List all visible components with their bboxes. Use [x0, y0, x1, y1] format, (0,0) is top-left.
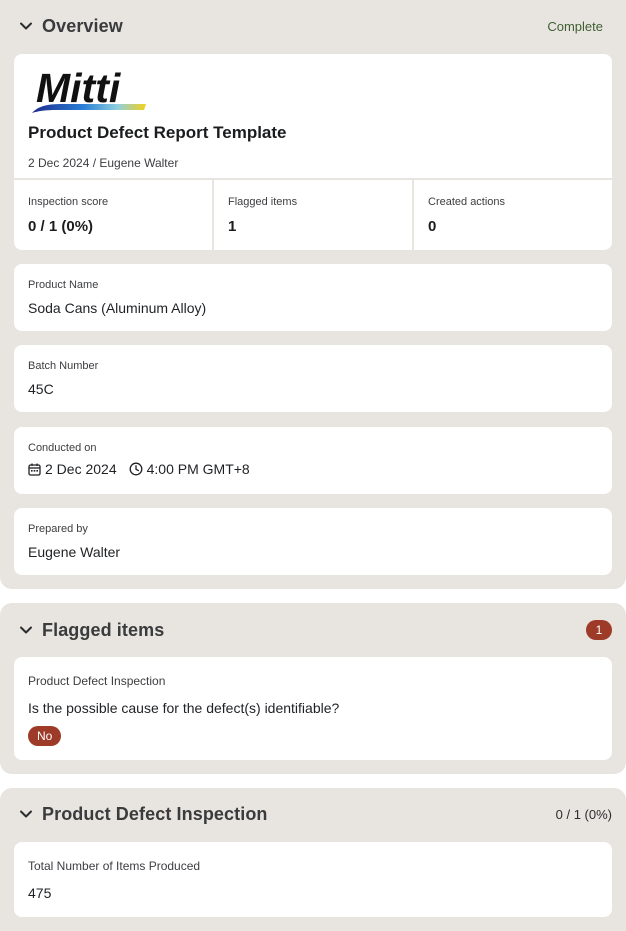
stat-label: Inspection score — [28, 196, 109, 208]
stat-label: Created actions — [428, 196, 506, 208]
conducted-date: 2 Dec 2024 — [45, 461, 117, 477]
stat-value: 0 / 1 (0%) — [28, 218, 94, 235]
mitti-logo: Mitti — [28, 65, 152, 116]
stat-flagged-items[interactable]: Flagged items 1 — [212, 180, 412, 250]
stats-row: Inspection score 0 / 1 (0%) Flagged item… — [14, 178, 612, 250]
flagged-item-card[interactable]: Product Defect Inspection Is the possibl… — [14, 657, 612, 760]
stat-value: 1 — [228, 218, 237, 235]
status-text: Complete — [547, 18, 603, 34]
report-title: Product Defect Report Template — [28, 123, 287, 142]
flagged-count-badge: 1 — [586, 620, 612, 640]
flagged-items-header[interactable]: Flagged items 1 — [14, 618, 612, 642]
field-value: Eugene Walter — [28, 544, 121, 560]
inspection-section: Product Defect Inspection 0 / 1 (0%) Tot… — [0, 788, 626, 931]
stat-inspection-score: Inspection score 0 / 1 (0%) — [14, 180, 212, 250]
field-label: Batch Number — [28, 360, 99, 372]
batch-number-card: Batch Number 45C — [14, 345, 612, 412]
prepared-by-card: Prepared by Eugene Walter — [14, 508, 612, 575]
flagged-items-section: Flagged items 1 Product Defect Inspectio… — [0, 603, 626, 774]
flagged-item-section: Product Defect Inspection — [28, 674, 166, 688]
chevron-down-icon[interactable] — [16, 804, 36, 824]
field-label: Prepared by — [28, 523, 88, 535]
inspection-title: Product Defect Inspection — [42, 803, 268, 824]
calendar-icon — [28, 463, 41, 476]
overview-title: Overview — [42, 15, 123, 36]
product-name-card: Product Name Soda Cans (Aluminum Alloy) — [14, 264, 612, 331]
conducted-datetime: 2 Dec 2024 4:00 PM GMT+8 — [28, 461, 250, 477]
inspection-header[interactable]: Product Defect Inspection 0 / 1 (0%) — [14, 802, 612, 826]
field-label: Conducted on — [28, 442, 97, 454]
chevron-down-icon[interactable] — [16, 620, 36, 640]
field-value: 475 — [28, 885, 52, 901]
answer-badge: No — [28, 726, 62, 746]
overview-section: Overview Complete Mitti Product Defect R… — [0, 0, 626, 589]
field-value: 45C — [28, 381, 54, 397]
clock-icon — [129, 462, 143, 476]
overview-header[interactable]: Overview Complete — [14, 14, 612, 38]
conducted-on-card: Conducted on 2 Dec 2024 4:00 PM GMT+8 — [14, 427, 612, 494]
inspection-score: 0 / 1 (0%) — [555, 806, 612, 822]
field-value: Soda Cans (Aluminum Alloy) — [28, 300, 207, 316]
stat-label: Flagged items — [228, 196, 298, 208]
items-produced-card: Total Number of Items Produced 475 — [14, 842, 612, 917]
field-label: Total Number of Items Produced — [28, 859, 201, 873]
report-subtitle: 2 Dec 2024 / Eugene Walter — [28, 156, 179, 170]
flagged-item-question: Is the possible cause for the defect(s) … — [28, 700, 340, 716]
report-header-card: Mitti Product Defect Report Template 2 D… — [14, 54, 612, 250]
stat-created-actions[interactable]: Created actions 0 — [412, 180, 612, 250]
chevron-down-icon[interactable] — [16, 16, 36, 36]
field-label: Product Name — [28, 279, 99, 291]
conducted-time: 4:00 PM GMT+8 — [146, 461, 250, 477]
stat-value: 0 — [428, 218, 437, 235]
flagged-items-title: Flagged items — [42, 619, 165, 640]
